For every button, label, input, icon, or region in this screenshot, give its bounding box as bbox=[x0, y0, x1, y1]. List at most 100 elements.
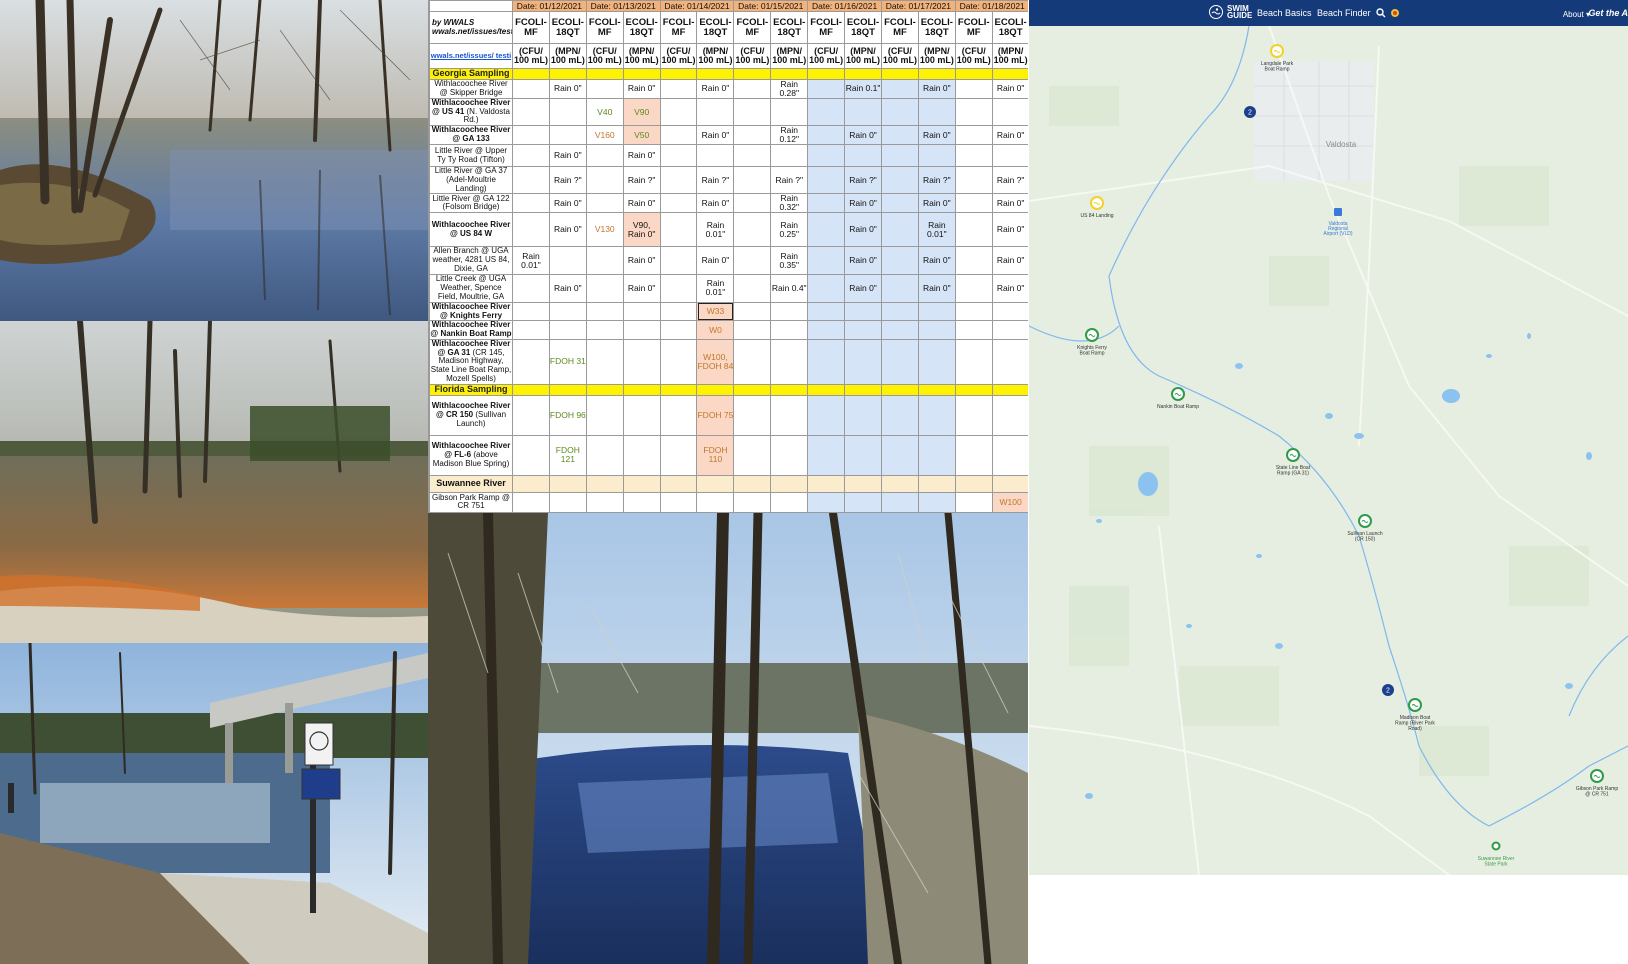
result-cell bbox=[844, 491, 882, 513]
section-fill-cell bbox=[659, 383, 698, 396]
nav-beach-basics[interactable]: Beach Basics bbox=[1257, 8, 1312, 18]
site-name-cell: Withlacoochee River @ GA 31 (CR 145, Mad… bbox=[429, 338, 513, 385]
result-cell bbox=[991, 320, 1028, 340]
photo-boat-ramp-bridge bbox=[0, 643, 428, 964]
result-cell bbox=[770, 301, 809, 322]
result-cell bbox=[954, 301, 993, 322]
parameter-header: FCOLI-MF bbox=[733, 11, 772, 44]
result-cell: Rain 0.35" bbox=[770, 246, 809, 275]
testing-link-cell[interactable]: wwals.net/issues/ testi bbox=[429, 43, 513, 69]
result-cell bbox=[585, 338, 624, 385]
section-fill-cell bbox=[844, 474, 882, 493]
florida-section-row-label: Florida Sampling bbox=[429, 383, 513, 396]
result-cell bbox=[954, 273, 993, 303]
result-cell: Rain 0" bbox=[844, 125, 882, 146]
section-fill-cell bbox=[733, 474, 772, 493]
result-cell: Rain 0" bbox=[844, 246, 882, 275]
result-cell bbox=[954, 144, 993, 168]
result-cell bbox=[696, 144, 735, 168]
result-cell: Rain 0" bbox=[622, 246, 661, 275]
nav-beach-finder[interactable]: Beach Finder bbox=[1317, 8, 1371, 18]
site-name-cell: Withlacoochee River @ Knights Ferry bbox=[429, 301, 513, 322]
section-fill-cell bbox=[548, 383, 587, 396]
section-fill-cell bbox=[585, 68, 624, 80]
unit-header: (MPN/ 100 mL) bbox=[991, 43, 1028, 69]
result-cell bbox=[548, 320, 587, 340]
result-cell: Rain 0.01" bbox=[917, 212, 956, 248]
map-cluster-marker[interactable]: 2 bbox=[1382, 684, 1394, 696]
result-cell: W0 bbox=[696, 320, 735, 340]
section-fill-cell bbox=[622, 383, 661, 396]
parameter-header: FCOLI-MF bbox=[659, 11, 698, 44]
result-cell bbox=[954, 491, 993, 513]
parameter-header: ECOLI-18QT bbox=[622, 11, 661, 44]
nav-about[interactable]: About ▾ bbox=[1563, 10, 1590, 19]
date-cell: Date: 01/18/2021 bbox=[954, 0, 1028, 12]
result-cell bbox=[991, 338, 1028, 385]
cluster-count: 2 bbox=[1248, 110, 1252, 117]
result-cell bbox=[880, 301, 919, 322]
table-row: Withlacoochee River @ Nankin Boat Ramp W0 bbox=[429, 320, 1028, 340]
site-name-cell: Withlacoochee River @ CR 150 (Sullivan L… bbox=[429, 394, 513, 436]
result-cell bbox=[880, 320, 919, 340]
result-cell bbox=[659, 491, 698, 513]
globe-icon[interactable] bbox=[1390, 8, 1400, 18]
section-fill-cell bbox=[585, 474, 624, 493]
result-cell bbox=[917, 301, 956, 322]
result-cell bbox=[880, 97, 919, 127]
date-cell: Date: 01/13/2021 bbox=[585, 0, 661, 12]
result-cell bbox=[844, 394, 882, 436]
result-cell: V130 bbox=[585, 212, 624, 248]
table-row: Little Creek @ UGA Weather, Spence Field… bbox=[429, 273, 1028, 303]
result-cell bbox=[585, 79, 624, 99]
result-cell bbox=[733, 273, 772, 303]
site-name-text: Little River @ GA 37 (Adel-Moultrie Land… bbox=[434, 166, 508, 193]
result-cell: Rain 0" bbox=[917, 125, 956, 146]
site-name-cell: Little River @ GA 122 (Folsom Bridge) bbox=[429, 193, 513, 214]
swim-guide-logo[interactable]: SWIM GUIDE bbox=[1209, 4, 1252, 20]
result-cell bbox=[585, 144, 624, 168]
result-cell bbox=[733, 79, 772, 99]
site-name-text: Withlacoochee River @ Skipper Bridge bbox=[434, 79, 508, 97]
result-cell bbox=[880, 212, 919, 248]
result-cell bbox=[512, 125, 550, 146]
result-cell: Rain ?" bbox=[917, 166, 956, 195]
unit-header: (MPN/ 100 mL) bbox=[844, 43, 882, 69]
nav-get-app[interactable]: Get the A bbox=[1588, 8, 1628, 18]
result-cell: Rain 0" bbox=[696, 246, 735, 275]
section-fill-cell bbox=[917, 474, 956, 493]
result-cell bbox=[659, 320, 698, 340]
site-name-cell: Little River @ GA 37 (Adel-Moultrie Land… bbox=[429, 166, 513, 195]
result-cell bbox=[622, 491, 661, 513]
photo-river-trees-top bbox=[0, 0, 428, 321]
composite-collage: Date: 01/12/2021 Date: 01/13/2021 Date: 01… bbox=[0, 0, 1628, 964]
result-cell: Rain 0" bbox=[548, 193, 587, 214]
result-cell bbox=[659, 212, 698, 248]
result-cell: V40 bbox=[585, 97, 624, 127]
result-cell bbox=[770, 97, 809, 127]
search-icon[interactable] bbox=[1376, 8, 1386, 18]
result-cell bbox=[807, 320, 846, 340]
section-fill-cell bbox=[622, 68, 661, 80]
result-cell bbox=[807, 394, 846, 436]
result-cell bbox=[622, 434, 661, 476]
result-cell bbox=[807, 79, 846, 99]
section-fill-cell bbox=[954, 474, 993, 493]
site-name-cell: Withlacoochee River @ Nankin Boat Ramp bbox=[429, 320, 513, 340]
swim-guide-map-panel: SWIM GUIDE Beach Basics Beach Finder Abo… bbox=[1029, 0, 1628, 875]
section-fill-cell bbox=[880, 68, 919, 80]
credit-link[interactable]: wwals.net/issues/testing/ bbox=[432, 27, 512, 36]
section-fill-cell bbox=[512, 383, 550, 396]
result-cell bbox=[954, 79, 993, 99]
map-cluster-marker[interactable]: 2 bbox=[1244, 106, 1256, 118]
date-corner-cell bbox=[429, 0, 513, 12]
section-fill-cell bbox=[880, 474, 919, 493]
photo-boat-ramp-bridge-image bbox=[0, 643, 428, 964]
map-canvas[interactable]: Valdosta Valdosta Regional Airport (VLD) L… bbox=[1029, 26, 1628, 875]
result-cell bbox=[512, 301, 550, 322]
photo-flooded-forest bbox=[0, 321, 428, 643]
result-cell bbox=[659, 301, 698, 322]
safe-pin-icon[interactable] bbox=[1491, 841, 1501, 851]
airport-icon[interactable] bbox=[1334, 208, 1342, 216]
result-cell bbox=[512, 320, 550, 340]
